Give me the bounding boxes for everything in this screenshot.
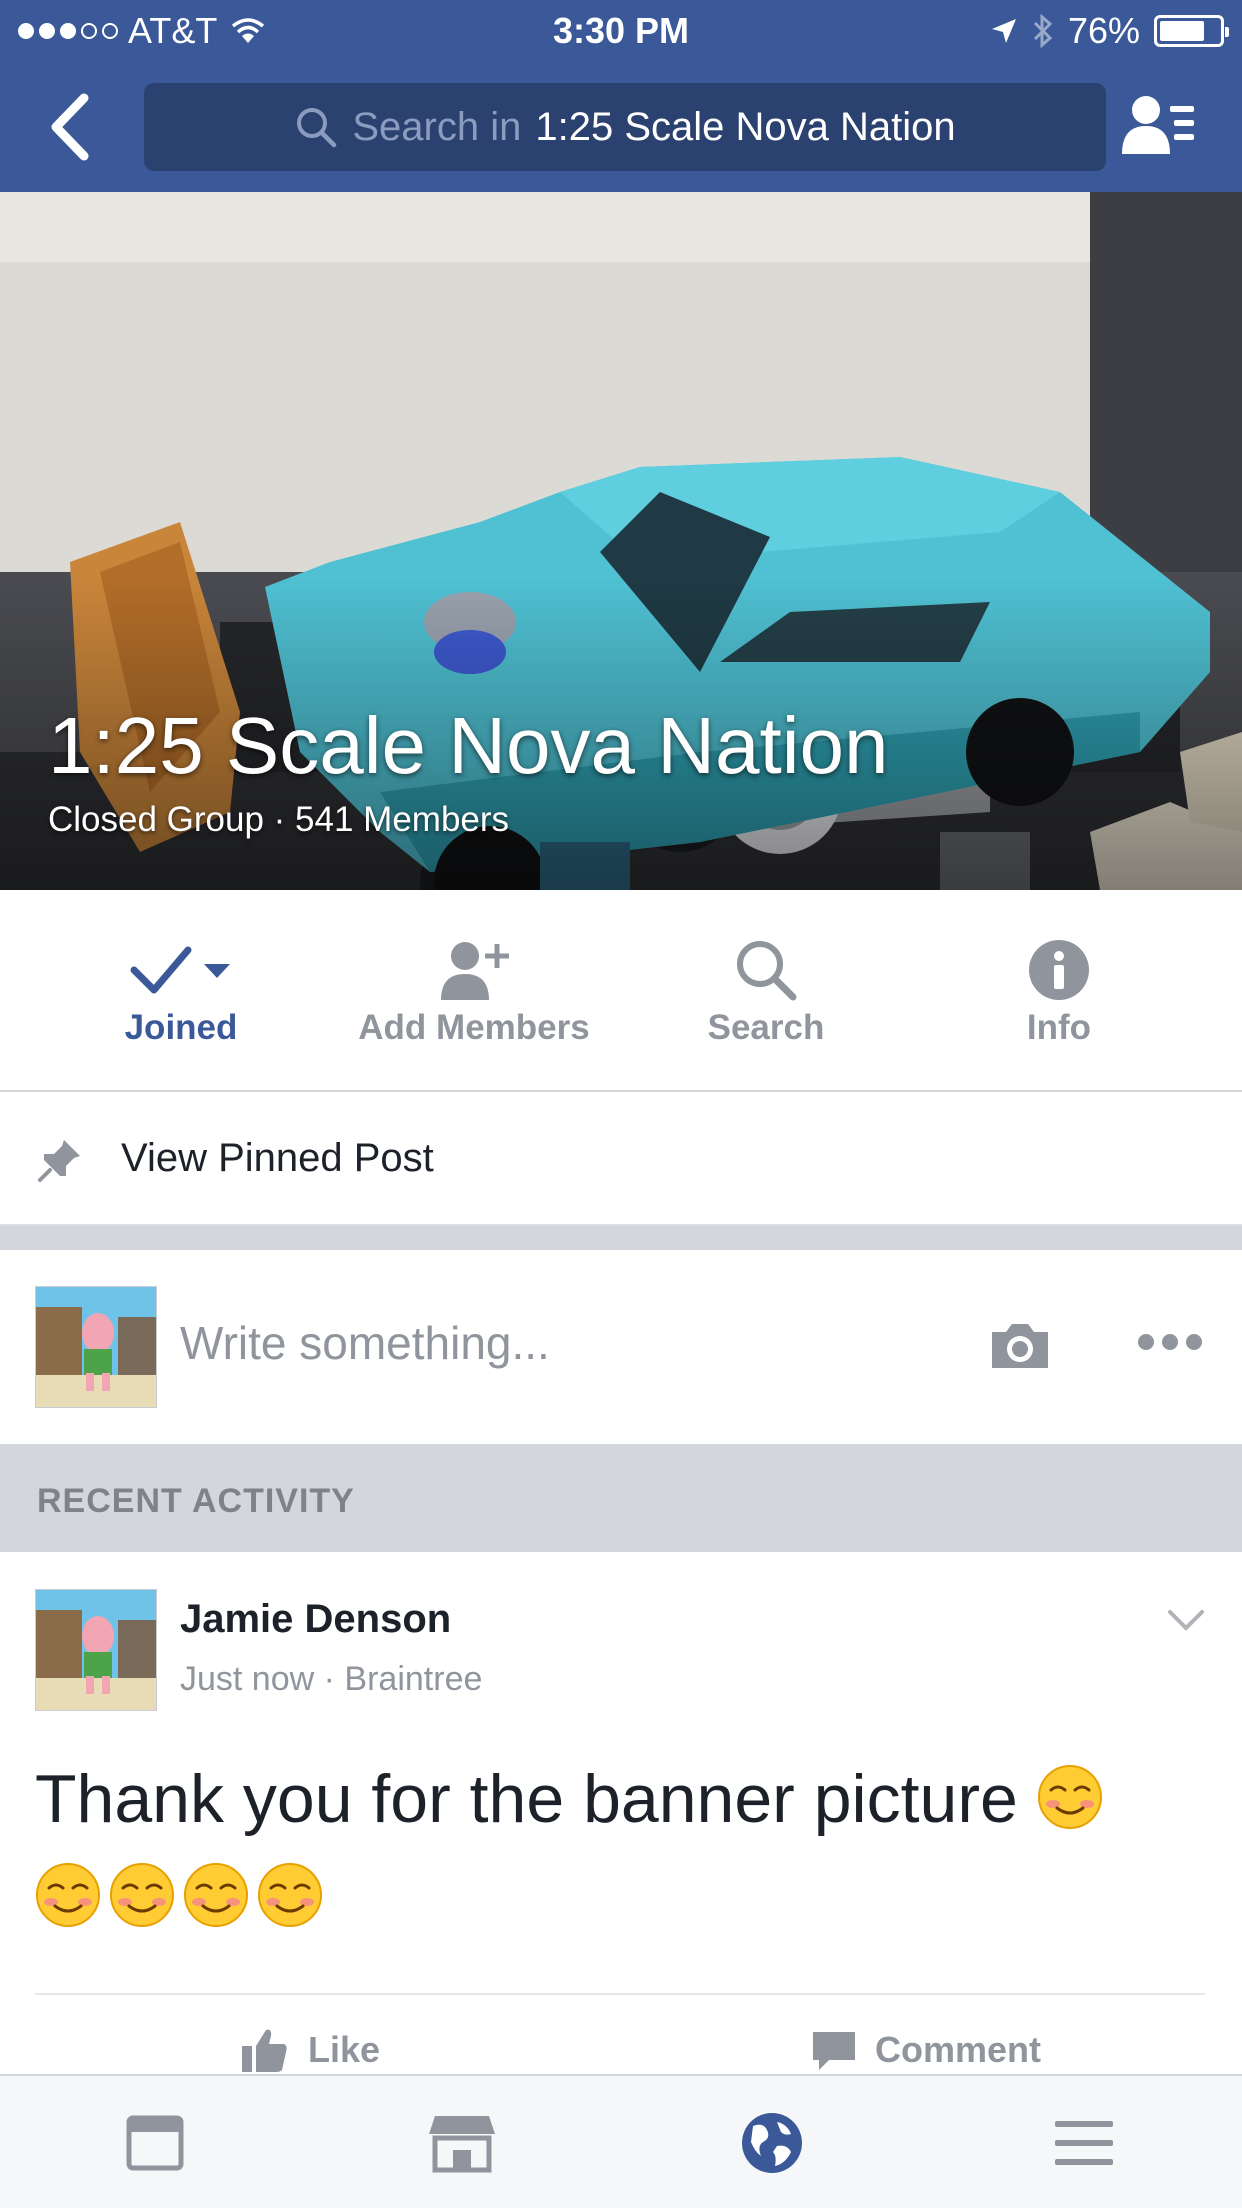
post-meta: Just now · Braintree (180, 1660, 482, 1699)
bottom-tab-bar (0, 2074, 1242, 2208)
add-members-button[interactable]: Add Members (328, 890, 620, 1090)
smiling-face-emoji (1037, 1765, 1102, 1829)
meta-separator: · (323, 1660, 335, 1698)
info-icon (1029, 940, 1089, 1000)
chevron-left-icon (51, 93, 89, 161)
pinned-label: View Pinned Post (121, 1136, 434, 1180)
add-members-label: Add Members (358, 1008, 590, 1047)
comment-icon (813, 2032, 855, 2070)
info-button[interactable]: Info (913, 890, 1205, 1090)
recent-activity-header: RECENT ACTIVITY (0, 1444, 1242, 1552)
add-person-icon (441, 942, 509, 1000)
battery-icon (1154, 15, 1229, 47)
tab-menu[interactable] (1044, 2108, 1124, 2178)
info-label: Info (1026, 1008, 1092, 1047)
post-time[interactable]: Just now (180, 1660, 314, 1698)
comment-button[interactable]: Comment (811, 2022, 1041, 2078)
feed-post: Jamie Denson Just now · Braintree Thank … (0, 1552, 1242, 2072)
smiling-face-emoji (36, 1863, 100, 1927)
more-options-icon[interactable] (1138, 1334, 1202, 1350)
back-button[interactable] (44, 92, 104, 162)
chevron-down-icon (204, 964, 230, 978)
group-action-row: Joined Add Members Search Info (0, 890, 1242, 1092)
marketplace-icon (429, 2116, 495, 2173)
thumbs-up-icon (242, 2029, 287, 2072)
battery-percent: 76% (1067, 10, 1140, 51)
group-members-button[interactable] (1118, 92, 1198, 164)
search-placeholder: Search in (352, 104, 522, 149)
search-icon (297, 108, 337, 148)
menu-icon (1055, 2121, 1113, 2165)
like-button[interactable]: Like (240, 2022, 380, 2078)
group-search-input[interactable]: Search in 1:25 Scale Nova Nation (144, 83, 1106, 171)
smiling-face-emoji (110, 1863, 174, 1927)
post-location[interactable]: Braintree (344, 1660, 482, 1698)
location-arrow-icon (991, 19, 1016, 43)
chevron-down-icon[interactable] (1166, 1606, 1206, 1634)
top-bar: AT&T 3:30 PM 76% Search in 1:25 Scale No… (0, 0, 1242, 192)
pin-icon (38, 1140, 80, 1182)
joined-label: Joined (124, 1008, 238, 1047)
post-author[interactable]: Jamie Denson (180, 1597, 451, 1642)
composer-input[interactable]: Write something... (180, 1316, 550, 1370)
avatar[interactable] (35, 1286, 157, 1408)
camera-icon[interactable] (988, 1320, 1052, 1372)
search-group-name: 1:25 Scale Nova Nation (535, 104, 956, 149)
view-pinned-post-button[interactable]: View Pinned Post (0, 1092, 1242, 1226)
post-divider (35, 1993, 1205, 1995)
bluetooth-icon (1033, 14, 1053, 48)
tab-news-feed[interactable] (115, 2108, 195, 2178)
search-icon (737, 941, 797, 1001)
group-subtitle[interactable]: Closed Group · 541 Members (48, 800, 509, 840)
globe-icon (742, 2113, 802, 2173)
smiling-face-emoji (184, 1863, 248, 1927)
news-feed-icon (126, 2115, 184, 2171)
status-bar: AT&T 3:30 PM 76% (0, 0, 1242, 62)
section-label: RECENT ACTIVITY (37, 1482, 355, 1520)
group-title: 1:25 Scale Nova Nation (48, 701, 889, 790)
post-body: Thank you for the banner picture (35, 1761, 1018, 1837)
author-avatar[interactable] (35, 1589, 157, 1711)
smiling-face-emoji (258, 1863, 322, 1927)
comment-label: Comment (875, 2029, 1042, 2070)
tab-marketplace[interactable] (422, 2108, 502, 2178)
search-label: Search (707, 1008, 825, 1047)
member-list-icon (1122, 96, 1194, 154)
check-icon (130, 946, 230, 994)
like-label: Like (308, 2029, 381, 2070)
post-text: Thank you for the banner picture (35, 1750, 1215, 1946)
group-search-button[interactable]: Search (620, 890, 912, 1090)
post-composer: Write something... (0, 1250, 1242, 1444)
section-divider (0, 1226, 1242, 1250)
joined-button[interactable]: Joined (35, 890, 327, 1090)
tab-notifications[interactable] (732, 2108, 812, 2178)
